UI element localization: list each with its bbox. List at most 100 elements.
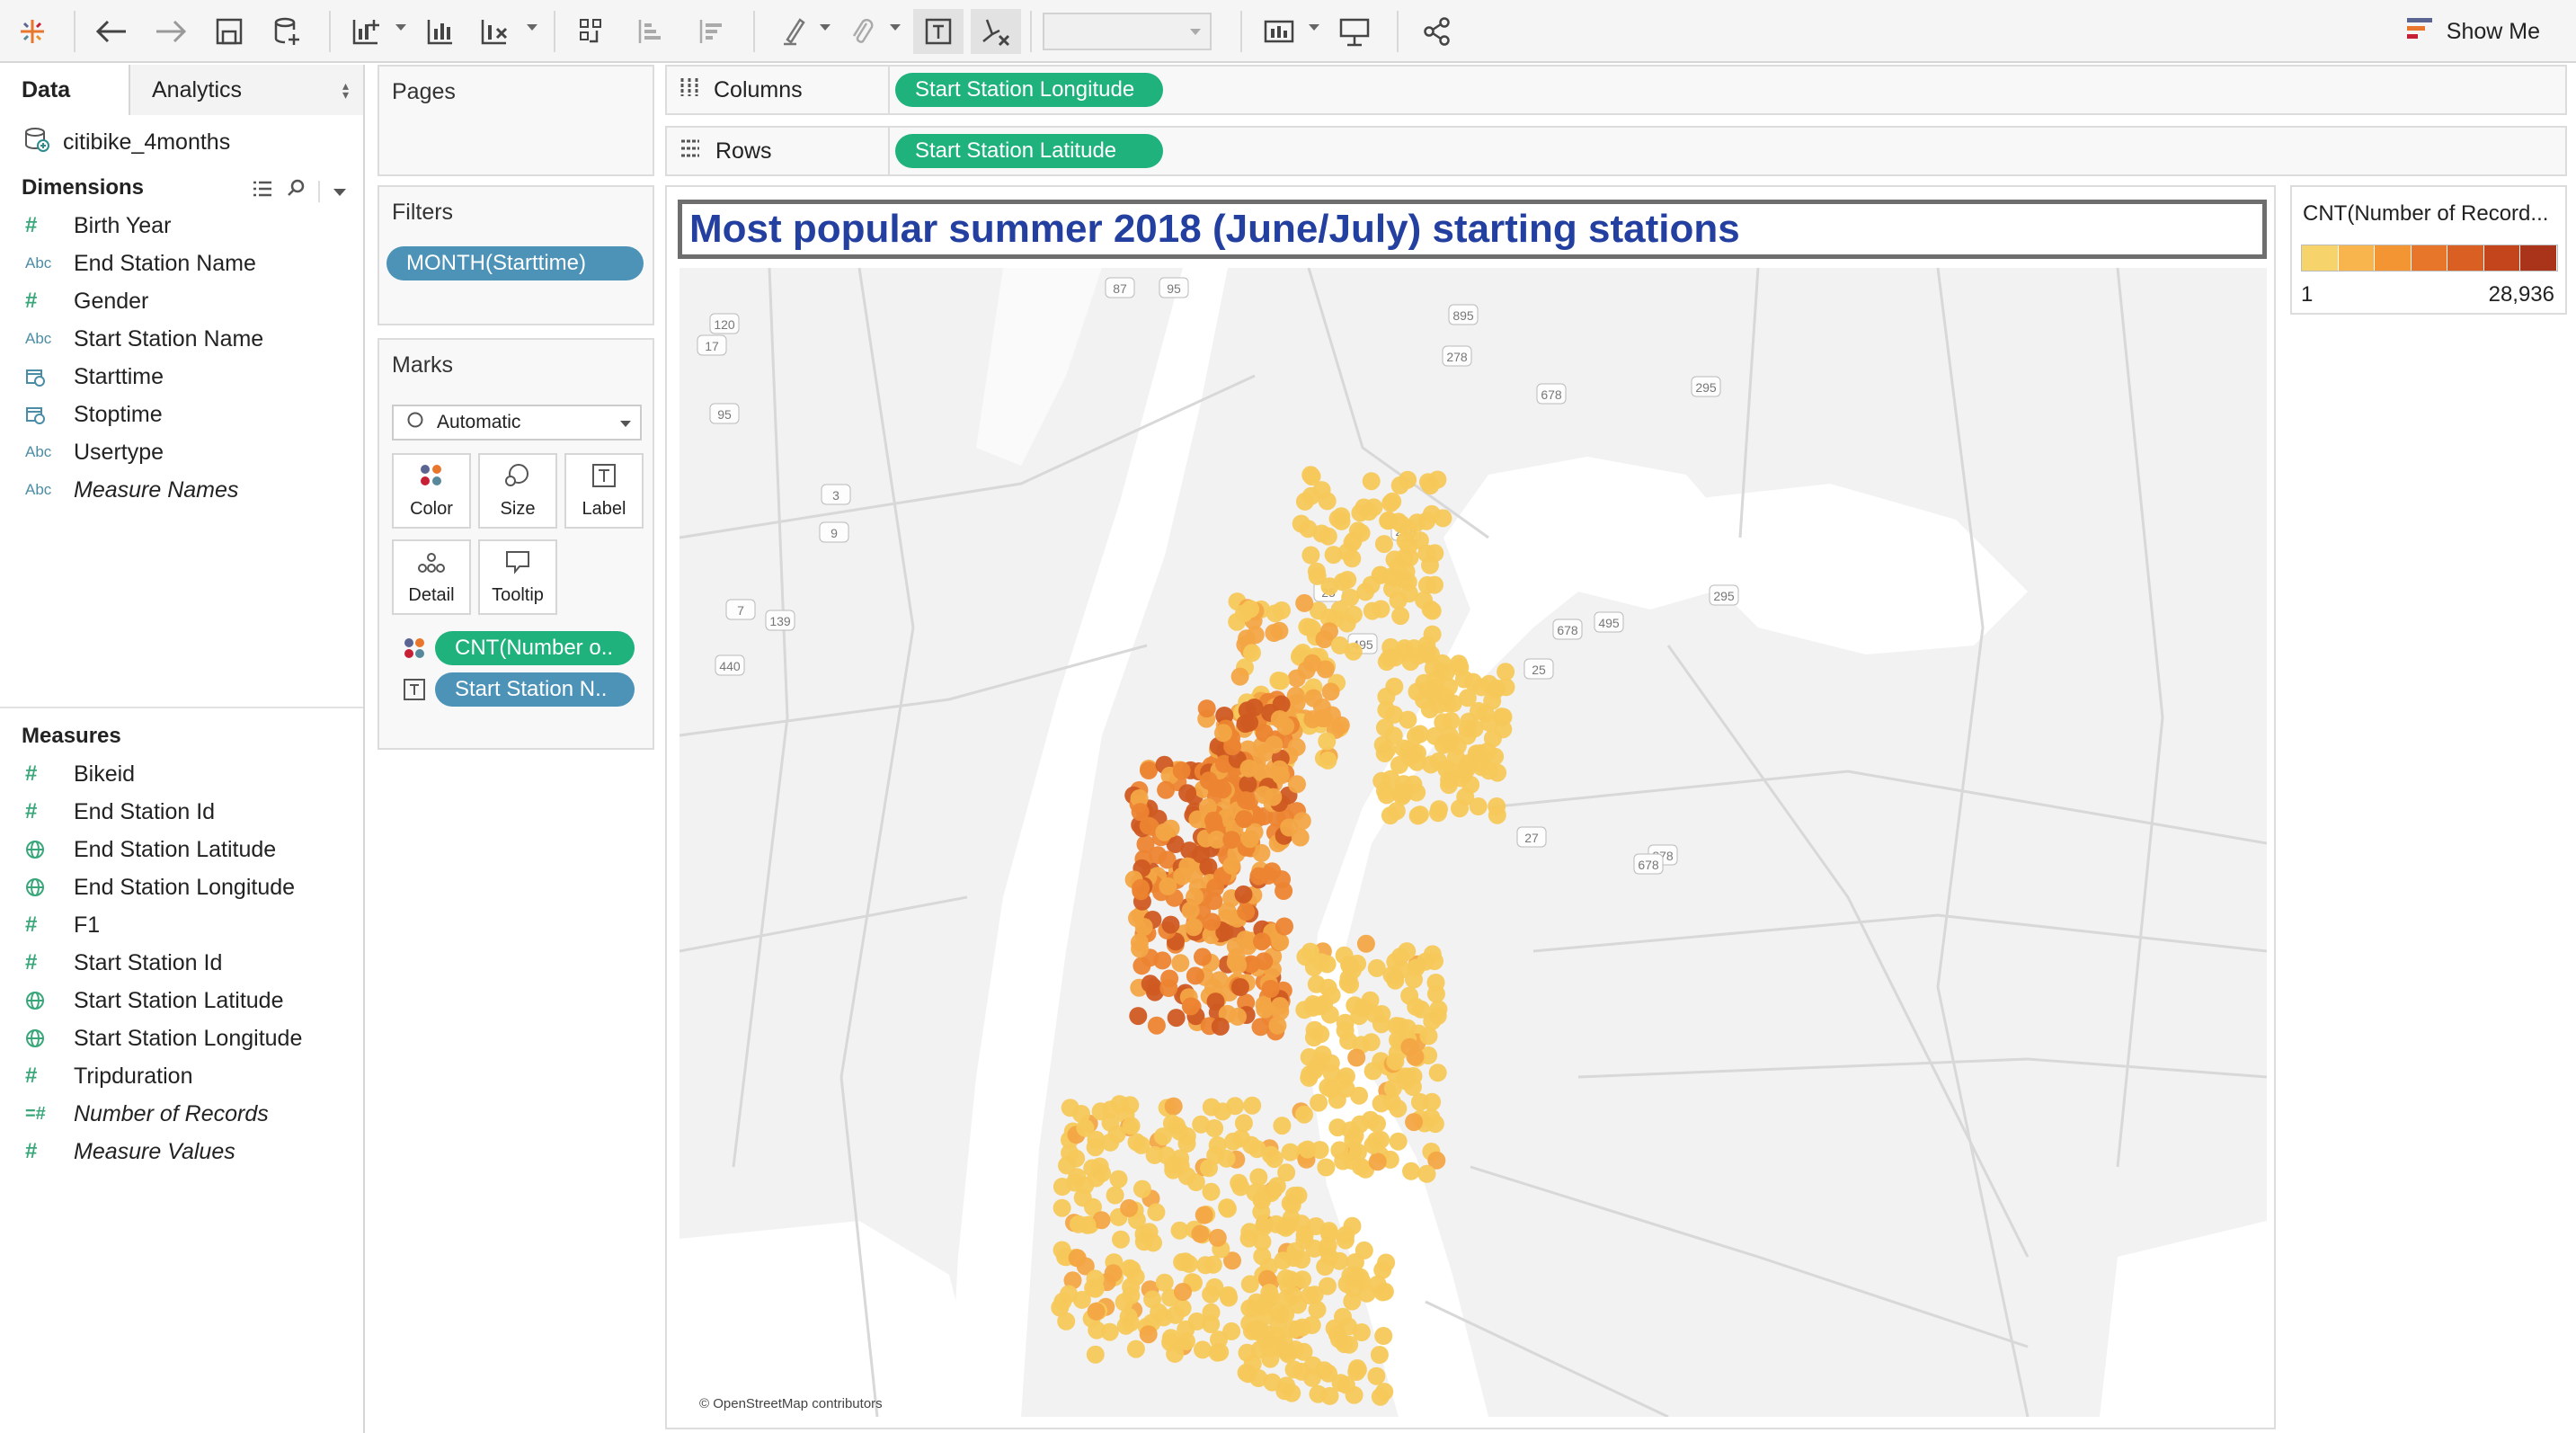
- station-mark[interactable]: [1211, 1343, 1230, 1362]
- station-mark[interactable]: [1239, 759, 1258, 778]
- station-mark[interactable]: [1133, 1179, 1151, 1198]
- dimension-field[interactable]: Starttime: [0, 358, 363, 396]
- redo-icon[interactable]: [149, 9, 192, 54]
- station-mark[interactable]: [1281, 1194, 1300, 1213]
- station-mark[interactable]: [1319, 1364, 1337, 1383]
- dimension-field[interactable]: Abc Start Station Name: [0, 320, 363, 358]
- station-mark[interactable]: [1292, 514, 1310, 533]
- station-mark[interactable]: [1078, 1215, 1097, 1234]
- station-mark[interactable]: [1235, 810, 1254, 829]
- size-button[interactable]: Size: [478, 453, 557, 529]
- station-mark[interactable]: [1386, 971, 1405, 990]
- station-mark[interactable]: [1214, 724, 1232, 743]
- station-mark[interactable]: [1107, 1125, 1126, 1144]
- station-mark[interactable]: [1302, 1368, 1321, 1387]
- station-mark[interactable]: [1084, 1278, 1103, 1297]
- station-mark[interactable]: [1186, 966, 1204, 985]
- station-mark[interactable]: [1405, 745, 1424, 764]
- new-worksheet-icon[interactable]: [345, 9, 386, 54]
- fit-select[interactable]: [1041, 9, 1213, 54]
- station-mark[interactable]: [1337, 1225, 1355, 1244]
- station-mark[interactable]: [1194, 948, 1212, 966]
- station-mark[interactable]: [1364, 1062, 1382, 1081]
- station-mark[interactable]: [1330, 601, 1349, 619]
- station-mark[interactable]: [1402, 1162, 1420, 1180]
- station-mark[interactable]: [1132, 878, 1150, 897]
- station-mark[interactable]: [1376, 781, 1394, 800]
- station-mark[interactable]: [1318, 492, 1337, 511]
- station-mark[interactable]: [1205, 1277, 1224, 1296]
- station-mark[interactable]: [1383, 492, 1402, 511]
- station-mark[interactable]: [1284, 1360, 1303, 1379]
- station-mark[interactable]: [1192, 1115, 1211, 1134]
- station-mark[interactable]: [1385, 550, 1404, 569]
- station-mark[interactable]: [1164, 1097, 1183, 1116]
- station-mark[interactable]: [1310, 997, 1328, 1016]
- station-mark[interactable]: [1410, 806, 1429, 824]
- station-mark[interactable]: [1171, 954, 1190, 973]
- station-mark[interactable]: [1362, 472, 1381, 491]
- station-mark[interactable]: [1367, 1366, 1386, 1385]
- rows-shelf[interactable]: Rows Start Station Latitude: [665, 126, 2567, 176]
- station-mark[interactable]: [1086, 1345, 1105, 1364]
- station-mark[interactable]: [1371, 565, 1390, 584]
- dimension-field[interactable]: Stoptime: [0, 396, 363, 433]
- measure-field[interactable]: # End Station Id: [0, 793, 363, 831]
- station-mark[interactable]: [1090, 1157, 1109, 1176]
- station-mark[interactable]: [1167, 1009, 1186, 1028]
- station-mark[interactable]: [1058, 1156, 1076, 1175]
- station-mark[interactable]: [1274, 1217, 1292, 1235]
- station-mark[interactable]: [1389, 1132, 1408, 1151]
- map-canvas[interactable]: 8795895120172782956789539278257139495678…: [680, 268, 2267, 1417]
- station-mark[interactable]: [1057, 1312, 1076, 1331]
- station-mark[interactable]: [1426, 984, 1445, 1003]
- station-mark[interactable]: [1176, 1252, 1195, 1271]
- station-mark[interactable]: [1155, 1273, 1174, 1292]
- station-mark[interactable]: [1140, 761, 1158, 779]
- station-mark[interactable]: [1355, 498, 1373, 517]
- station-mark[interactable]: [1237, 791, 1255, 810]
- station-mark[interactable]: [1383, 1079, 1402, 1098]
- station-mark[interactable]: [1112, 1230, 1130, 1249]
- station-mark[interactable]: [1204, 1255, 1222, 1274]
- tab-data[interactable]: Data: [0, 65, 130, 115]
- station-mark[interactable]: [1271, 997, 1290, 1015]
- station-mark[interactable]: [1348, 954, 1367, 973]
- station-mark[interactable]: [1288, 775, 1306, 794]
- station-mark[interactable]: [1116, 1316, 1135, 1335]
- station-mark[interactable]: [1197, 699, 1216, 718]
- station-mark[interactable]: [1305, 1286, 1324, 1304]
- station-mark[interactable]: [1120, 1198, 1139, 1217]
- station-mark[interactable]: [1479, 761, 1498, 780]
- filters-card[interactable]: Filters MONTH(Starttime): [378, 185, 654, 325]
- station-mark[interactable]: [1053, 1241, 1071, 1259]
- new-datasource-icon[interactable]: [266, 9, 307, 54]
- station-mark[interactable]: [1353, 1272, 1372, 1291]
- station-mark[interactable]: [1434, 735, 1452, 754]
- measure-field[interactable]: End Station Longitude: [0, 868, 363, 906]
- station-mark[interactable]: [1101, 1100, 1120, 1119]
- station-mark[interactable]: [1277, 1289, 1296, 1308]
- measure-field[interactable]: # Bikeid: [0, 755, 363, 793]
- station-mark[interactable]: [1230, 1173, 1248, 1192]
- station-mark[interactable]: [1380, 649, 1399, 668]
- station-mark[interactable]: [1104, 1264, 1123, 1283]
- station-mark[interactable]: [1405, 1113, 1424, 1132]
- station-mark[interactable]: [1375, 718, 1394, 737]
- save-icon[interactable]: [209, 9, 250, 54]
- station-mark[interactable]: [1208, 1228, 1227, 1247]
- station-mark[interactable]: [1320, 1224, 1338, 1243]
- pages-card[interactable]: Pages: [378, 65, 654, 176]
- rows-pill[interactable]: Start Station Latitude: [895, 134, 1163, 168]
- station-mark[interactable]: [1274, 1251, 1292, 1270]
- station-mark[interactable]: [1417, 544, 1436, 563]
- station-mark[interactable]: [1426, 1115, 1444, 1134]
- station-mark[interactable]: [1229, 956, 1248, 975]
- station-mark[interactable]: [1269, 672, 1288, 690]
- station-mark[interactable]: [1222, 831, 1241, 850]
- station-mark[interactable]: [1297, 661, 1316, 680]
- station-mark[interactable]: [1141, 975, 1159, 993]
- station-mark[interactable]: [1387, 802, 1406, 821]
- station-mark[interactable]: [1335, 1335, 1354, 1354]
- station-mark[interactable]: [1187, 1312, 1206, 1331]
